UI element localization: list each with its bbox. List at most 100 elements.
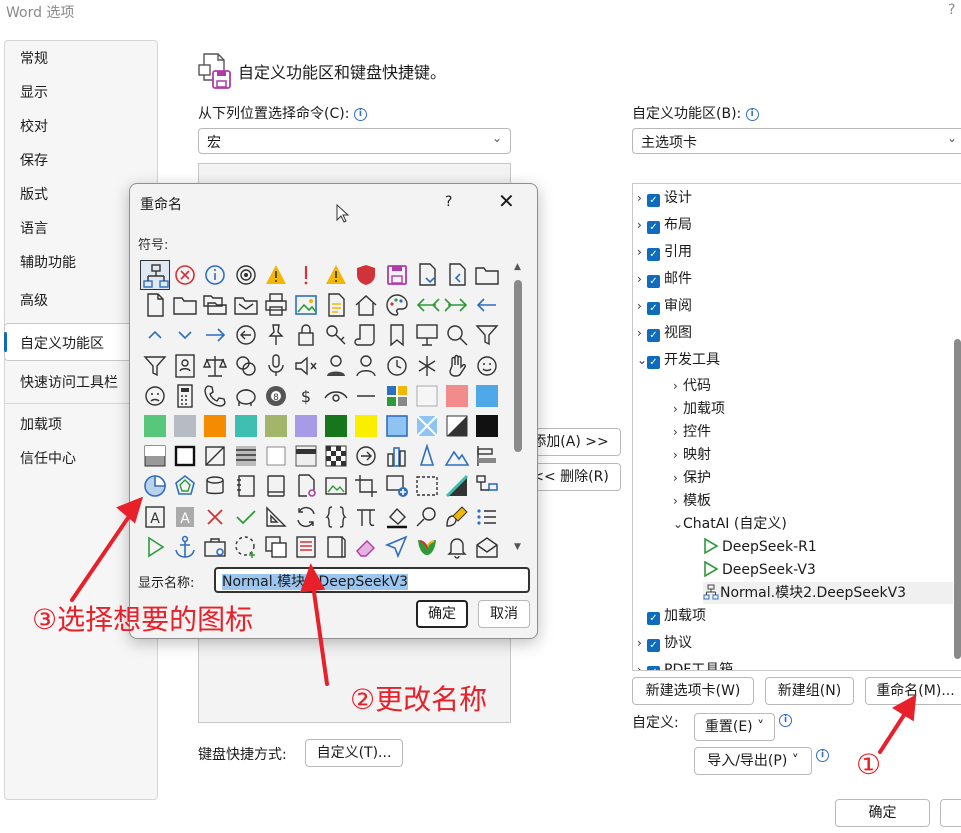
tree-item[interactable]: › ✓ 引用 xyxy=(637,241,692,263)
nav-item-layout[interactable]: 版式 xyxy=(20,184,48,204)
document-gear-icon[interactable] xyxy=(291,471,321,501)
text-fill-icon[interactable]: A xyxy=(170,502,200,532)
image-icon[interactable] xyxy=(291,290,321,320)
chevron-right-icon[interactable]: › xyxy=(637,268,647,290)
text-box-icon[interactable]: A xyxy=(140,502,170,532)
dark-stripe-icon[interactable] xyxy=(291,441,321,471)
piggy-bank-icon[interactable] xyxy=(231,381,261,411)
hand-icon[interactable] xyxy=(442,351,472,381)
folder-icon[interactable] xyxy=(472,260,502,290)
nav-item-customize-ribbon[interactable]: 自定义功能区 xyxy=(20,333,104,353)
nav-item-general[interactable]: 常规 xyxy=(20,48,48,68)
x-mark-icon[interactable] xyxy=(200,502,230,532)
color-swatch-black[interactable] xyxy=(472,411,502,441)
checker-icon[interactable] xyxy=(321,441,351,471)
org-chart-icon[interactable] xyxy=(140,260,170,290)
dash-icon[interactable] xyxy=(351,381,381,411)
chevron-right-icon[interactable]: › xyxy=(637,632,647,654)
radar-chart-icon[interactable] xyxy=(170,471,200,501)
ribbon-tabs-combo[interactable]: 主选项卡 ⌄ xyxy=(632,128,961,154)
speaker-mute-icon[interactable] xyxy=(291,351,321,381)
picture-frame-icon[interactable] xyxy=(321,471,351,501)
color-triangle-icon[interactable] xyxy=(442,471,472,501)
pie-chart-icon[interactable] xyxy=(140,471,170,501)
target-icon[interactable] xyxy=(231,260,261,290)
tree-item[interactable]: › 模板 xyxy=(673,490,711,512)
key-icon[interactable] xyxy=(321,320,351,350)
microphone-icon[interactable] xyxy=(261,351,291,381)
eraser-icon[interactable] xyxy=(351,532,381,562)
checkbox-icon[interactable]: ✓ xyxy=(647,248,660,261)
pin-icon[interactable] xyxy=(261,320,291,350)
stripe-box-icon[interactable] xyxy=(231,441,261,471)
bullet-list-icon[interactable] xyxy=(472,502,502,532)
leaf-icon[interactable] xyxy=(412,532,442,562)
warning-icon[interactable] xyxy=(261,260,291,290)
chevron-right-icon[interactable]: › xyxy=(637,659,647,670)
tree-item[interactable]: › 保护 xyxy=(673,467,711,489)
scroll-down-icon[interactable]: ▼ xyxy=(514,542,521,552)
chevron-right-icon[interactable]: › xyxy=(673,398,683,420)
color-swatch-green[interactable] xyxy=(140,411,170,441)
checkbox-icon[interactable]: ✓ xyxy=(647,329,660,342)
color-swatch-white[interactable] xyxy=(412,381,442,411)
chevron-right-icon[interactable]: › xyxy=(673,444,683,466)
tree-item[interactable]: › ✓ 视图 xyxy=(637,322,692,344)
arrow-right-icon[interactable] xyxy=(442,290,472,320)
clock-icon[interactable] xyxy=(382,351,412,381)
dollar-icon[interactable]: $ xyxy=(291,381,321,411)
sad-icon[interactable] xyxy=(140,381,170,411)
color-swatch-pattern[interactable] xyxy=(412,411,442,441)
tree-item[interactable]: › 控件 xyxy=(673,421,711,443)
checkbox-icon[interactable]: ✓ xyxy=(647,639,660,652)
printer-icon[interactable] xyxy=(261,290,291,320)
scales-icon[interactable] xyxy=(200,351,230,381)
presentation-icon[interactable] xyxy=(412,320,442,350)
envelope-open-icon[interactable] xyxy=(472,532,502,562)
checkbox-icon[interactable]: ✓ xyxy=(647,612,660,625)
info-icon[interactable]: i xyxy=(745,108,759,121)
color-swatch-lavender[interactable] xyxy=(291,411,321,441)
checkbox-icon[interactable]: ✓ xyxy=(647,356,660,369)
mail-folder-icon[interactable] xyxy=(231,290,261,320)
color-swatch-darkgreen[interactable] xyxy=(321,411,351,441)
color-swatch-teal[interactable] xyxy=(231,411,261,441)
info-icon[interactable]: i xyxy=(779,714,792,727)
tree-scrollbar[interactable] xyxy=(954,339,961,659)
chevron-right-icon[interactable]: › xyxy=(637,322,647,344)
cancel-button-partial[interactable] xyxy=(940,799,961,827)
cursor-pointer-icon[interactable] xyxy=(382,532,412,562)
folder-icon[interactable] xyxy=(170,290,200,320)
info-icon[interactable]: i xyxy=(353,108,367,121)
brush-icon[interactable] xyxy=(442,502,472,532)
bar-chart-icon[interactable] xyxy=(382,441,412,471)
close-icon[interactable]: ✕ xyxy=(498,191,515,211)
tree-item[interactable]: DeepSeek-V3 xyxy=(703,559,816,581)
nav-item-proofing[interactable]: 校对 xyxy=(20,116,48,136)
bell-icon[interactable] xyxy=(442,532,472,562)
play-icon[interactable] xyxy=(140,532,170,562)
color-grid-icon[interactable] xyxy=(382,381,412,411)
color-swatch-olive[interactable] xyxy=(261,411,291,441)
nav-item-save[interactable]: 保存 xyxy=(20,150,48,170)
smile-icon[interactable] xyxy=(472,351,502,381)
database-icon[interactable] xyxy=(200,471,230,501)
warning-icon[interactable] xyxy=(321,260,351,290)
color-swatch-orange[interactable] xyxy=(200,411,230,441)
anchor-icon[interactable] xyxy=(170,532,200,562)
customize-keyboard-button[interactable]: 自定义(T)... xyxy=(305,739,403,767)
diagonal-box-icon[interactable] xyxy=(200,441,230,471)
color-swatch-blue[interactable] xyxy=(472,381,502,411)
filter-icon[interactable] xyxy=(472,320,502,350)
new-tab-button[interactable]: 新建选项卡(W) xyxy=(632,677,754,705)
color-swatch-half[interactable] xyxy=(442,411,472,441)
dialog-ok-button[interactable]: 确定 xyxy=(416,600,468,628)
chevron-right-icon[interactable]: › xyxy=(637,295,647,317)
save-icon[interactable] xyxy=(382,260,412,290)
reset-button[interactable]: 重置(E) ˅ xyxy=(694,713,775,741)
gradient-icon[interactable] xyxy=(140,441,170,471)
ruler-triangle-icon[interactable] xyxy=(261,502,291,532)
checkbox-icon[interactable]: ✓ xyxy=(647,275,660,288)
checkmark-icon[interactable] xyxy=(231,502,261,532)
eight-ball-icon[interactable]: 8 xyxy=(261,381,291,411)
